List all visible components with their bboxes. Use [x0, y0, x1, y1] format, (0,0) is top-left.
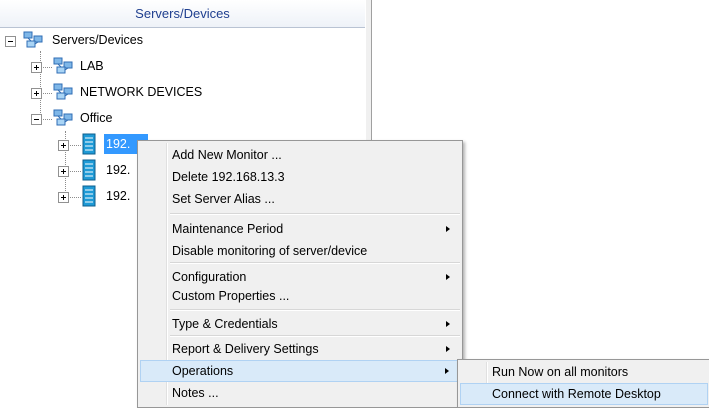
server-expand-toggle[interactable]: [58, 166, 69, 177]
menu-item-delete-server[interactable]: Delete 192.168.13.3: [140, 166, 460, 188]
submenu-arrow-icon: [446, 274, 450, 280]
network-devices-expand-toggle[interactable]: [31, 88, 42, 99]
network-group-icon: [23, 31, 43, 48]
tree-node-office[interactable]: Office: [78, 108, 114, 128]
menu-item-disable-monitoring[interactable]: Disable monitoring of server/device: [140, 240, 460, 262]
submenu-arrow-icon: [446, 346, 450, 352]
tree-node-root[interactable]: Servers/Devices: [50, 30, 145, 50]
submenu-arrow-icon: [446, 226, 450, 232]
server-icon: [82, 159, 96, 181]
menu-item-label: Configuration: [172, 270, 247, 284]
server-expand-toggle[interactable]: [58, 192, 69, 203]
network-group-icon: [53, 83, 73, 100]
server-context-menu: Add New Monitor ... Delete 192.168.13.3 …: [137, 140, 463, 408]
menu-item-type-credentials[interactable]: Type & Credentials: [140, 313, 460, 335]
office-collapse-toggle[interactable]: [31, 114, 42, 125]
submenu-arrow-icon: [446, 321, 450, 327]
menu-separator: [170, 213, 460, 215]
menu-item-run-now-all-monitors[interactable]: Run Now on all monitors: [460, 361, 708, 383]
server-expand-toggle[interactable]: [58, 140, 69, 151]
menu-item-custom-properties[interactable]: Custom Properties ...: [140, 285, 460, 307]
menu-separator: [170, 335, 460, 337]
network-group-icon: [53, 57, 73, 74]
menu-item-notes[interactable]: Notes ...: [140, 382, 460, 404]
network-group-icon: [53, 109, 73, 126]
menu-item-set-server-alias[interactable]: Set Server Alias ...: [140, 188, 460, 210]
menu-item-operations[interactable]: Operations: [140, 360, 460, 382]
menu-item-label: Report & Delivery Settings: [172, 342, 319, 356]
menu-item-label: Operations: [172, 364, 234, 378]
menu-separator: [170, 309, 460, 311]
server-icon: [82, 133, 96, 155]
operations-submenu: Run Now on all monitors Connect with Rem…: [457, 359, 709, 408]
menu-item-add-new-monitor[interactable]: Add New Monitor ...: [140, 144, 460, 166]
panel-header: Servers/Devices: [0, 0, 365, 28]
menu-item-report-delivery-settings[interactable]: Report & Delivery Settings: [140, 338, 460, 360]
submenu-arrow-icon: [445, 368, 449, 374]
lab-expand-toggle[interactable]: [31, 62, 42, 73]
menu-item-connect-remote-desktop[interactable]: Connect with Remote Desktop: [460, 383, 708, 405]
root-collapse-toggle[interactable]: [5, 36, 16, 47]
tree-node-server[interactable]: 192.: [104, 160, 132, 180]
menu-item-label: Type & Credentials: [172, 317, 278, 331]
menu-item-maintenance-period[interactable]: Maintenance Period: [140, 218, 460, 240]
tree-node-server[interactable]: 192.: [104, 186, 132, 206]
menu-item-label: Maintenance Period: [172, 222, 284, 236]
tree-node-network-devices[interactable]: NETWORK DEVICES: [78, 82, 204, 102]
server-icon: [82, 185, 96, 207]
menu-separator: [170, 262, 460, 264]
tree-node-lab[interactable]: LAB: [78, 56, 106, 76]
